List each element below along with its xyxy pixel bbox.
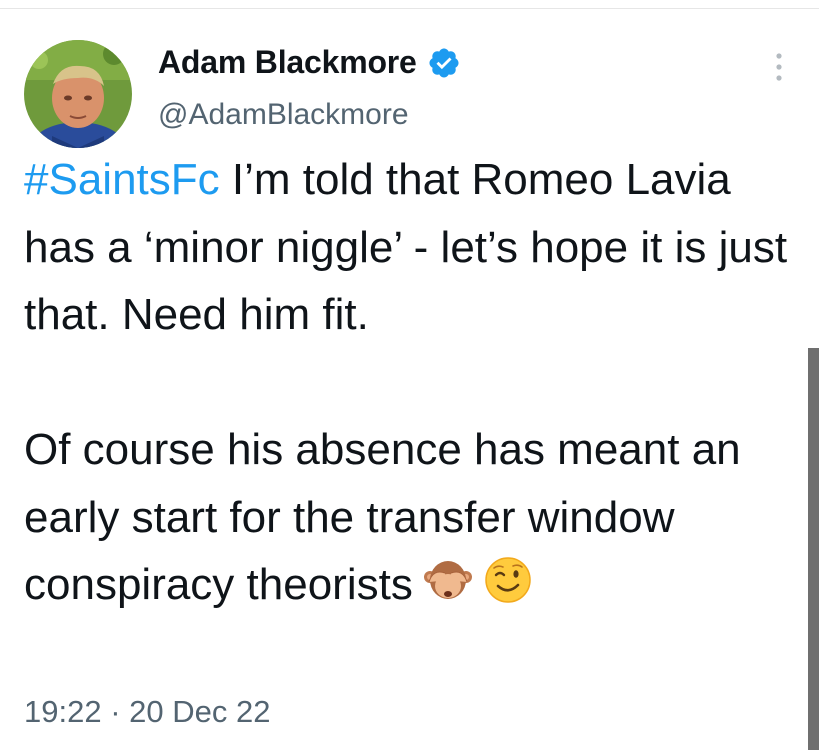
author-display-name[interactable]: Adam Blackmore	[158, 44, 417, 81]
tweet-paragraph-1: #SaintsFc I’m told that Romeo Lavia has …	[24, 146, 794, 349]
tweet-paragraph-2-text: Of course his absence has meant an early…	[24, 425, 741, 609]
author-name-row: Adam Blackmore	[158, 44, 461, 81]
winking-face-icon	[483, 555, 533, 605]
verified-badge-icon	[427, 46, 461, 80]
hashtag-link[interactable]: #SaintsFc	[24, 155, 220, 204]
tweet-paragraph-2: Of course his absence has meant an early…	[24, 416, 794, 619]
avatar-image	[24, 40, 132, 148]
tweet-text: #SaintsFc I’m told that Romeo Lavia has …	[24, 146, 794, 619]
more-options-icon[interactable]	[770, 50, 788, 84]
see-no-evil-monkey-icon	[423, 555, 473, 605]
avatar[interactable]	[24, 40, 132, 148]
tweet-timestamp[interactable]: 19:22 · 20 Dec 22	[24, 694, 270, 730]
tweet: Adam Blackmore @AdamBlackmore #SaintsFc …	[0, 0, 819, 750]
author-handle[interactable]: @AdamBlackmore	[158, 98, 409, 132]
scrollbar[interactable]	[808, 348, 819, 750]
